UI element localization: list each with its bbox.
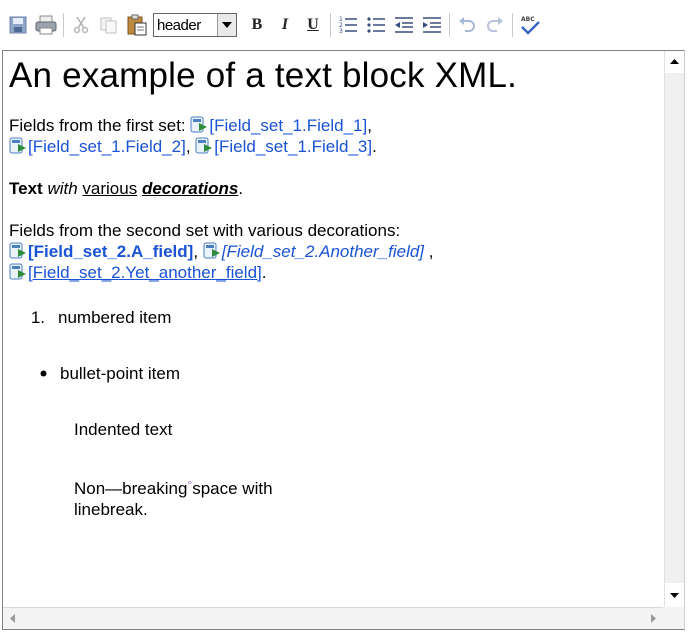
scroll-right-icon[interactable] bbox=[644, 608, 663, 628]
save-button[interactable] bbox=[6, 12, 30, 38]
bold-text: Text bbox=[9, 179, 43, 198]
field-icon bbox=[203, 241, 221, 260]
undo-button[interactable] bbox=[455, 12, 479, 38]
indent-icon bbox=[423, 17, 441, 33]
field-icon bbox=[9, 241, 27, 260]
paste-icon bbox=[127, 14, 147, 36]
vertical-scrollbar[interactable] bbox=[664, 51, 684, 607]
redo-icon bbox=[487, 17, 503, 32]
bullet-icon bbox=[9, 370, 47, 377]
separator-text: , bbox=[185, 137, 196, 156]
format-select-value: header bbox=[157, 16, 201, 34]
underline-button[interactable]: U bbox=[301, 12, 325, 38]
nbsp-paragraph: Non—breaking°space with linebreak. bbox=[9, 475, 659, 520]
underlined-text: various bbox=[82, 179, 138, 198]
field-link[interactable]: [Field_set_1.Field_2] bbox=[28, 137, 186, 156]
bullet-list-item: bullet-point item bbox=[9, 363, 659, 384]
field-icon bbox=[9, 136, 27, 155]
dropdown-arrow-icon[interactable] bbox=[217, 14, 236, 36]
list-item-text: bullet-point item bbox=[60, 364, 181, 383]
separator-text: , bbox=[193, 242, 203, 261]
nbsp-text-part: linebreak. bbox=[74, 500, 148, 519]
scroll-up-icon[interactable] bbox=[665, 51, 684, 71]
separator-text: . bbox=[261, 263, 267, 282]
numbered-list-icon: 123 bbox=[339, 16, 357, 35]
field-icon bbox=[9, 262, 27, 281]
horizontal-scrollbar[interactable] bbox=[3, 607, 663, 629]
undo-icon bbox=[459, 17, 475, 32]
paragraph-fields-first-set: Fields from the first set: [Field_set_1.… bbox=[9, 115, 659, 157]
separator-text: . bbox=[238, 179, 244, 198]
separator-text: . bbox=[372, 137, 377, 156]
spellcheck-button[interactable]: ABC bbox=[518, 12, 542, 38]
field-icon bbox=[195, 136, 213, 155]
format-select[interactable]: header bbox=[153, 13, 237, 37]
heading: An example of a text block XML. bbox=[9, 56, 518, 95]
cut-button[interactable] bbox=[69, 12, 93, 38]
editor-toolbar: header B I U 123 ABC bbox=[0, 0, 688, 50]
field-link[interactable]: [Field_set_2.Yet_another_field] bbox=[28, 263, 262, 282]
field-link[interactable]: [Field_set_2.Another_field] bbox=[222, 242, 424, 261]
scroll-down-icon[interactable] bbox=[665, 585, 684, 605]
copy-button[interactable] bbox=[97, 12, 121, 38]
field-icon bbox=[190, 115, 208, 134]
paragraph-fields-second-set: Fields from the second set with various … bbox=[9, 220, 659, 283]
svg-text:ABC: ABC bbox=[521, 16, 535, 23]
list-number: 1. bbox=[30, 308, 45, 327]
scroll-left-icon[interactable] bbox=[3, 608, 22, 628]
toolbar-separator bbox=[63, 13, 64, 37]
redo-button[interactable] bbox=[483, 12, 507, 38]
field-link[interactable]: [Field_set_2.A_field] bbox=[28, 242, 193, 261]
paragraph-prefix: Fields from the first set: bbox=[9, 116, 191, 135]
numbered-list-button[interactable]: 123 bbox=[336, 12, 360, 38]
paste-button[interactable] bbox=[125, 12, 149, 38]
decorated-text: decorations bbox=[141, 179, 239, 198]
toolbar-separator bbox=[449, 13, 450, 37]
bullet-list-icon bbox=[367, 17, 385, 33]
field-link[interactable]: [Field_set_1.Field_1] bbox=[209, 116, 367, 135]
separator-text: , bbox=[367, 116, 372, 135]
toolbar-separator bbox=[330, 13, 331, 37]
field-link[interactable]: [Field_set_1.Field_3] bbox=[214, 137, 372, 156]
italic-text: with bbox=[47, 179, 78, 198]
copy-icon bbox=[100, 17, 117, 34]
numbered-list-item: 1. numbered item bbox=[9, 307, 659, 328]
print-button[interactable] bbox=[34, 12, 58, 38]
print-icon bbox=[35, 15, 57, 35]
scrollbar-corner bbox=[663, 607, 684, 629]
nbsp-text-part: space with bbox=[192, 479, 273, 498]
paragraph-decorations: Text with various decorations. bbox=[9, 178, 659, 199]
indent-button[interactable] bbox=[420, 12, 444, 38]
document-body[interactable]: An example of a text block XML. Fields f… bbox=[9, 55, 659, 603]
italic-button[interactable]: I bbox=[273, 12, 297, 38]
spellcheck-icon: ABC bbox=[521, 16, 540, 35]
editor-content-area[interactable]: An example of a text block XML. Fields f… bbox=[2, 50, 685, 630]
rich-text-editor: header B I U 123 ABC An example of a tex… bbox=[0, 0, 688, 632]
save-icon bbox=[9, 16, 27, 34]
bold-button[interactable]: B bbox=[245, 12, 269, 38]
outdent-button[interactable] bbox=[392, 12, 416, 38]
nbsp-text-part: Non—breaking bbox=[74, 479, 188, 498]
paragraph-prefix: Fields from the second set with various … bbox=[9, 221, 401, 240]
list-item-text: numbered item bbox=[58, 308, 172, 327]
svg-text:3: 3 bbox=[339, 28, 343, 35]
separator-text: , bbox=[424, 242, 434, 261]
scissors-icon bbox=[73, 16, 89, 34]
scroll-track[interactable] bbox=[665, 73, 684, 583]
toolbar-separator bbox=[512, 13, 513, 37]
bullet-list-button[interactable] bbox=[364, 12, 388, 38]
outdent-icon bbox=[395, 17, 413, 33]
indented-text: Indented text bbox=[74, 420, 173, 439]
